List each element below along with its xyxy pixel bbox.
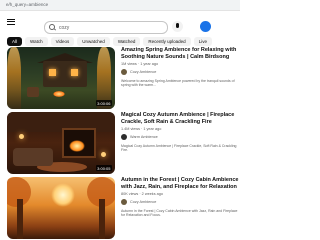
chip-recently-uploaded[interactable]: Recently uploaded <box>143 37 191 46</box>
channel-name[interactable]: Cozy Ambience <box>130 200 156 204</box>
video-title[interactable]: Magical Cozy Autumn Ambience | Fireplace… <box>121 112 240 125</box>
search-text: cozy <box>59 24 70 31</box>
video-result[interactable]: 3:00:06 Amazing Spring Ambience for Rela… <box>7 47 240 109</box>
hamburger-menu-icon[interactable] <box>6 17 16 27</box>
search-icon <box>49 24 55 30</box>
channel-name[interactable]: Cozy Ambience <box>130 70 156 74</box>
video-description: Magical Cozy Autumn Ambience | Fireplace… <box>121 143 237 152</box>
chip-watched[interactable]: Watched <box>112 37 141 46</box>
video-description: Autumn in the Forest | Cozy Cabin Ambien… <box>121 208 238 217</box>
video-meta: 1M views · 1 year ago <box>121 61 159 66</box>
video-title[interactable]: Amazing Spring Ambience for Relaxing wit… <box>121 47 240 60</box>
video-description: Welcome to amazing Spring Ambience power… <box>121 78 235 87</box>
channel-name[interactable]: Warm Ambience <box>130 135 158 139</box>
chip-watch[interactable]: Watch <box>25 37 48 46</box>
video-thumbnail[interactable] <box>7 177 115 239</box>
video-info: Amazing Spring Ambience for Relaxing wit… <box>121 47 240 87</box>
duration-badge: 3:00:05 <box>95 165 112 171</box>
chip-live[interactable]: Live <box>193 37 212 46</box>
video-result[interactable]: Autumn in the Forest | Cozy Cabin Ambien… <box>7 177 240 239</box>
youtube-header: cozy <box>0 11 240 34</box>
chip-all[interactable]: All <box>7 37 23 46</box>
channel-row[interactable]: Cozy Ambience <box>121 68 240 76</box>
video-info: Magical Cozy Autumn Ambience | Fireplace… <box>121 112 240 152</box>
channel-avatar[interactable] <box>121 198 127 205</box>
duration-badge: 3:00:06 <box>95 100 112 106</box>
video-result[interactable]: 3:00:05 Magical Cozy Autumn Ambience | F… <box>7 112 240 174</box>
video-thumbnail[interactable]: 3:00:06 <box>7 47 115 109</box>
chip-videos[interactable]: Videos <box>50 37 75 46</box>
video-title[interactable]: Autumn in the Forest | Cozy Cabin Ambien… <box>121 177 240 190</box>
chip-unwatched[interactable]: Unwatched <box>77 37 110 46</box>
avatar[interactable] <box>200 21 211 32</box>
search-input[interactable]: cozy <box>44 21 168 34</box>
channel-avatar[interactable] <box>121 68 127 75</box>
channel-avatar[interactable] <box>121 133 127 140</box>
channel-row[interactable]: Warm Ambience <box>121 133 240 141</box>
channel-row[interactable]: Cozy Ambience <box>121 198 240 206</box>
video-meta: 80K views · 2 weeks ago <box>121 191 163 196</box>
video-info: Autumn in the Forest | Cozy Cabin Ambien… <box>121 177 240 217</box>
filter-chips: All Watch Videos Unwatched Watched Recently u… <box>7 37 215 46</box>
video-thumbnail[interactable]: 3:00:05 <box>7 112 115 174</box>
url-text[interactable]: e/h_query=ambience <box>6 2 48 7</box>
microphone-icon[interactable] <box>172 21 183 32</box>
browser-address-bar[interactable]: e/h_query=ambience <box>0 0 240 11</box>
video-meta: 1.4M views · 1 year ago <box>121 126 162 131</box>
